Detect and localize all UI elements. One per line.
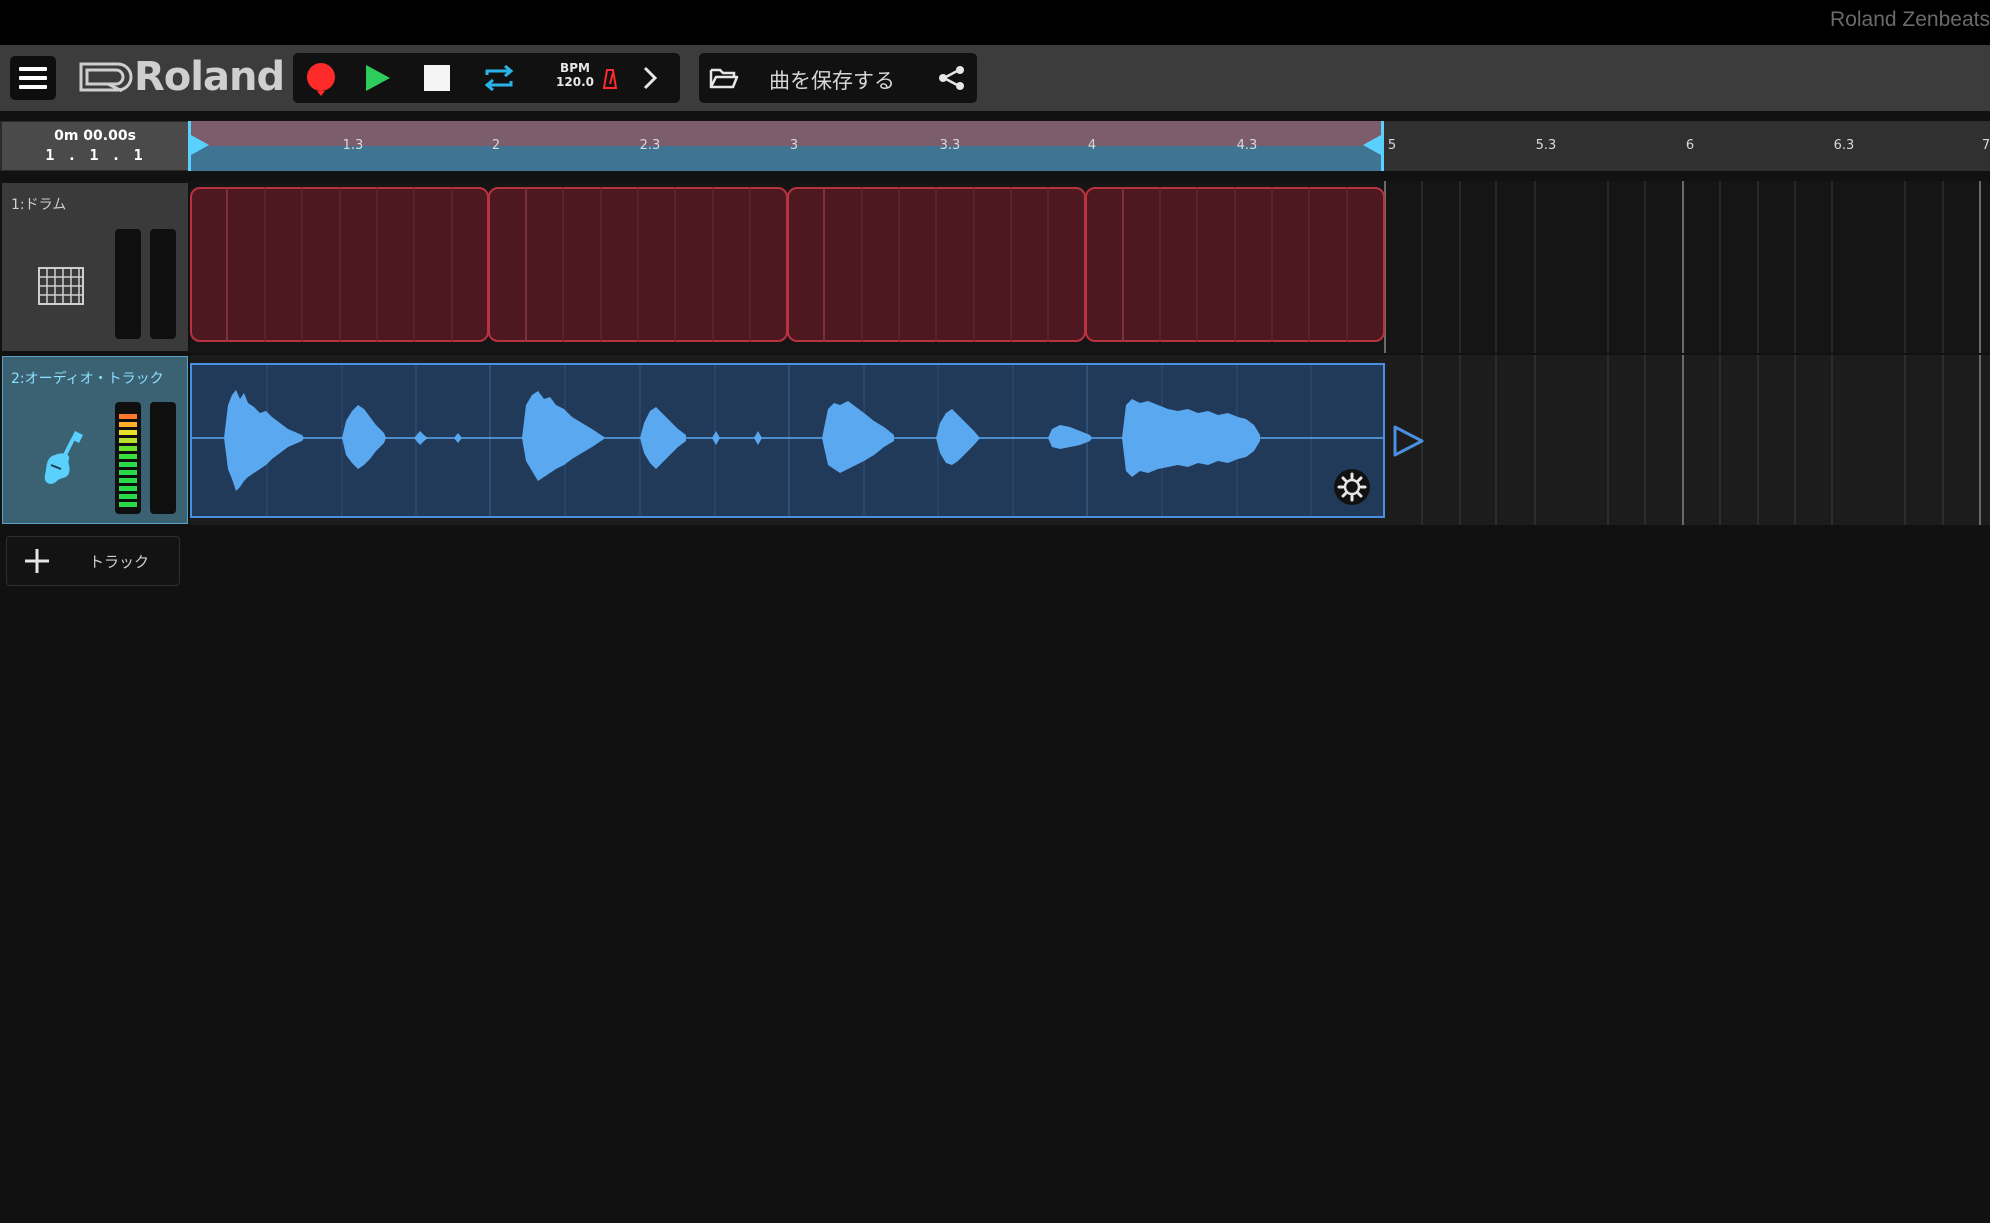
track-header-audio[interactable]: 2:オーディオ・トラック: [2, 356, 188, 524]
loop-icon: [484, 65, 514, 91]
track-header-drum[interactable]: 1:ドラム: [2, 183, 188, 351]
position-display: 0m 00.00s 1 . 1 . 1: [2, 122, 188, 170]
track-name: 1:ドラム: [11, 197, 67, 213]
stop-button[interactable]: [415, 53, 459, 103]
guitar-icon: [44, 431, 83, 484]
open-folder-icon[interactable]: [709, 66, 739, 90]
clip-settings-icon[interactable]: [1333, 468, 1371, 506]
bpm-label: BPM: [560, 61, 590, 75]
bpm-value: 120.0: [556, 75, 594, 89]
ruler-mark: 5.3: [1535, 138, 1557, 153]
track-lane-drum[interactable]: [190, 181, 1990, 353]
hamburger-icon: [19, 67, 47, 89]
record-button[interactable]: [299, 53, 343, 103]
loop-start-marker[interactable]: [188, 121, 212, 171]
level-meter-left: [115, 402, 141, 514]
save-song-button[interactable]: 曲を保存する: [769, 65, 895, 95]
bar-beat-readout: 1 . 1 . 1: [45, 146, 145, 164]
ruler-mark: 5: [1387, 138, 1397, 153]
chevron-right-icon[interactable]: [640, 66, 660, 90]
track-name: 2:オーディオ・トラック: [11, 371, 164, 387]
loop-region[interactable]: [190, 121, 1382, 171]
record-icon: [307, 63, 335, 96]
file-controls: 曲を保存する: [699, 53, 977, 103]
ruler-mark: 7: [1981, 138, 1990, 153]
audio-clip[interactable]: [190, 363, 1385, 518]
ruler-mark: 3.3: [939, 138, 961, 153]
menu-button[interactable]: [10, 56, 56, 100]
play-arrow-icon[interactable]: [1392, 424, 1426, 458]
app-title: Roland Zenbeats: [1830, 8, 1990, 31]
transport-controls: BPM 120.0: [293, 53, 680, 103]
title-bar: Roland Zenbeats: [0, 0, 1990, 45]
loop-end-marker[interactable]: [1360, 121, 1384, 171]
add-track-button[interactable]: トラック: [6, 536, 180, 586]
toolbar: Roland BPM 120.0 曲を保存する: [0, 45, 1990, 111]
share-icon[interactable]: [937, 65, 967, 91]
level-meter-right: [150, 402, 176, 514]
roland-logo: Roland: [78, 54, 285, 100]
ruler-mark: 1.3: [342, 138, 364, 153]
ruler-mark: 2.3: [639, 138, 661, 153]
ruler-mark: 6: [1685, 138, 1695, 153]
roland-logo-text: Roland: [134, 54, 285, 100]
audio-waveform: [192, 365, 1383, 516]
ruler-mark: 4: [1087, 138, 1097, 153]
level-meter-right: [150, 229, 176, 339]
bpm-display[interactable]: BPM 120.0: [553, 61, 597, 89]
ruler-mark: 2: [491, 138, 501, 153]
stop-icon: [424, 65, 450, 91]
level-meter-left: [115, 229, 141, 339]
play-button[interactable]: [355, 53, 399, 103]
plus-icon: [25, 549, 49, 573]
time-readout: 0m 00.00s: [54, 128, 136, 144]
timeline-ruler[interactable]: 0m 00.00s 1 . 1 . 1 1.3 2 2.3 3 3.3 4 4.…: [0, 121, 1990, 171]
play-icon: [366, 65, 390, 91]
roland-logo-mark: [79, 62, 133, 92]
ruler-mark: 3: [789, 138, 799, 153]
loop-button[interactable]: [474, 53, 524, 103]
track-lane-audio[interactable]: [190, 355, 1990, 525]
drum-grid-icon: [38, 267, 84, 305]
metronome-icon[interactable]: [603, 68, 617, 90]
add-track-label: トラック: [89, 553, 150, 571]
ruler-mark: 4.3: [1236, 138, 1258, 153]
ruler-mark: 6.3: [1833, 138, 1855, 153]
